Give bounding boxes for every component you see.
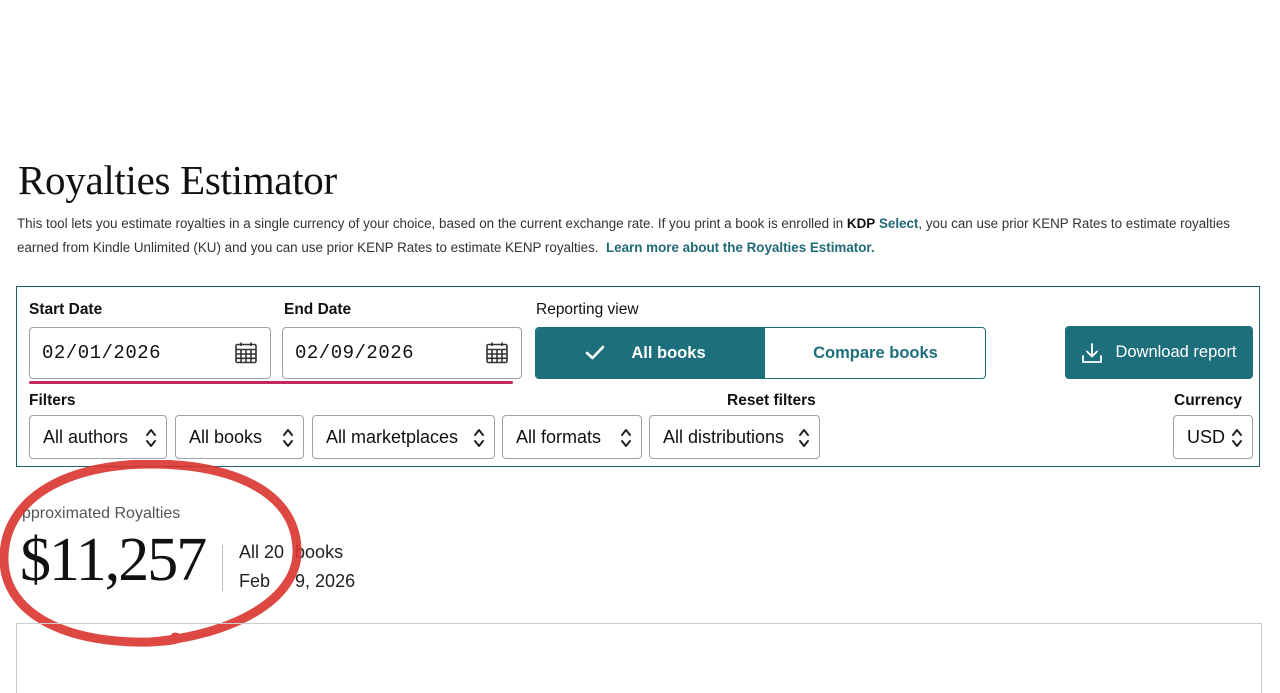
calendar-icon[interactable] <box>485 341 509 365</box>
date-range-underline <box>29 381 513 384</box>
currency-select[interactable]: USD <box>1173 415 1253 459</box>
page-title: Royalties Estimator <box>18 157 337 203</box>
start-date-label: Start Date <box>29 301 103 318</box>
chevron-up-down-icon <box>146 429 156 447</box>
end-date-label: End Date <box>284 301 352 318</box>
start-date-field[interactable]: 02/01/2026 <box>29 327 271 379</box>
end-date-value: 02/09/2026 <box>295 342 415 364</box>
authors-filter-select[interactable]: All authors <box>29 415 167 459</box>
books-scope-part-2: books <box>290 542 344 562</box>
kdp-label: KDP <box>846 216 876 231</box>
compare-books-option-label: Compare books <box>813 343 938 362</box>
compare-books-option[interactable]: Compare books <box>765 328 985 378</box>
description-text: This tool lets you estimate royalties in… <box>17 216 847 231</box>
end-date-field[interactable]: 02/09/2026 <box>282 327 522 379</box>
filters-label: Filters <box>29 392 76 409</box>
reporting-view-label: Reporting view <box>536 301 639 318</box>
books-scope-text: All 20 books <box>239 542 343 563</box>
currency-value: USD <box>1187 426 1226 447</box>
results-table-container <box>16 623 1262 693</box>
start-date-value: 02/01/2026 <box>42 342 162 364</box>
formats-filter-value: All formats <box>516 426 602 447</box>
page-description: This tool lets you estimate royalties in… <box>17 212 1269 260</box>
authors-filter-value: All authors <box>43 426 129 447</box>
all-books-option[interactable]: All books <box>536 328 765 378</box>
distributions-filter-value: All distributions <box>663 426 785 447</box>
download-icon <box>1082 342 1103 363</box>
reset-filters-link[interactable]: Reset filters <box>727 392 816 410</box>
reporting-view-toggle: All books Compare books <box>535 327 986 379</box>
chevron-up-down-icon <box>474 429 484 447</box>
checkmark-icon <box>586 345 605 360</box>
kdp-select-link[interactable]: Select <box>879 216 918 231</box>
chevron-up-down-icon <box>621 429 631 447</box>
books-scope-part-1: All 20 <box>239 542 285 562</box>
download-report-label: Download report <box>1115 343 1237 361</box>
chevron-up-down-icon <box>1232 429 1242 447</box>
date-range-part-2: 9, 2026 <box>290 571 356 591</box>
currency-label: Currency <box>1174 392 1243 409</box>
chevron-up-down-icon <box>283 429 293 447</box>
royalties-amount: $11,257 <box>20 526 207 594</box>
summary-divider <box>222 545 223 591</box>
all-books-option-label: All books <box>631 343 706 362</box>
calendar-icon[interactable] <box>234 341 258 365</box>
learn-more-link[interactable]: Learn more about the Royalties Estimator… <box>606 240 875 255</box>
marketplaces-filter-select[interactable]: All marketplaces <box>312 415 495 459</box>
formats-filter-select[interactable]: All formats <box>502 415 642 459</box>
date-range-part-1: Feb <box>239 571 271 591</box>
books-filter-value: All books <box>189 426 263 447</box>
distributions-filter-select[interactable]: All distributions <box>649 415 820 459</box>
marketplaces-filter-value: All marketplaces <box>326 426 459 447</box>
download-report-button[interactable]: Download report <box>1065 326 1253 379</box>
approximated-royalties-label: pproximated Royalties <box>22 505 181 522</box>
date-range-text: Feb 9, 2026 <box>239 571 355 592</box>
chevron-up-down-icon <box>799 429 809 447</box>
books-filter-select[interactable]: All books <box>175 415 304 459</box>
